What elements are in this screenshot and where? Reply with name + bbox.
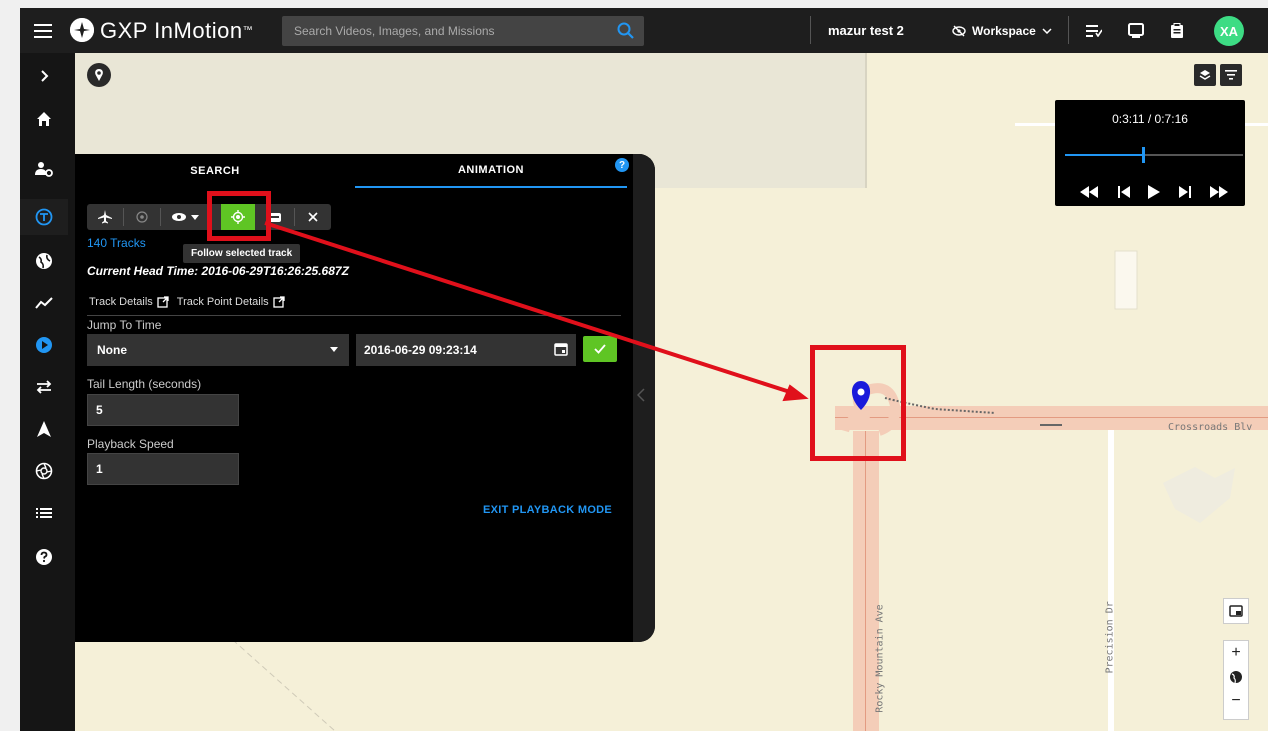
jump-datetime-input[interactable]: 2016-06-29 09:23:14 xyxy=(356,334,576,366)
globe-reset-icon[interactable] xyxy=(1224,665,1248,689)
playback-controls xyxy=(1079,182,1229,202)
chevron-left-icon xyxy=(636,388,645,405)
detail-links: Track Details Track Point Details xyxy=(89,296,285,308)
workspace-label: Workspace xyxy=(972,23,1036,38)
rewind-icon[interactable] xyxy=(1079,186,1099,198)
help-icon[interactable]: ? xyxy=(615,158,629,172)
animation-panel: SEARCH ANIMATION ? 140 Tracks Follow sel… xyxy=(75,154,655,642)
playback-widget: 0:3:11 / 0:7:16 xyxy=(1055,100,1245,206)
picture-in-picture-icon[interactable] xyxy=(1224,599,1248,623)
track-details-link[interactable]: Track Details xyxy=(89,296,153,308)
list-icon[interactable] xyxy=(20,495,68,531)
app-logo-icon xyxy=(70,18,94,42)
chevron-down-icon xyxy=(1042,27,1052,34)
tab-search[interactable]: SEARCH xyxy=(75,154,355,188)
road-label-precision: Precision Dr xyxy=(1104,601,1116,674)
playback-speed-label: Playback Speed xyxy=(87,437,174,451)
zoom-out-icon[interactable]: − xyxy=(1224,689,1248,713)
globe-icon[interactable] xyxy=(20,243,68,279)
track-point-details-link[interactable]: Track Point Details xyxy=(177,296,269,308)
annotation-box-marker xyxy=(810,345,906,461)
playback-handle[interactable] xyxy=(1141,147,1145,163)
jump-datetime-value: 2016-06-29 09:23:14 xyxy=(364,343,477,357)
tab-animation[interactable]: ANIMATION xyxy=(355,154,627,188)
divider xyxy=(87,315,621,316)
playlist-icon[interactable] xyxy=(1086,8,1102,53)
jump-to-time-label: Jump To Time xyxy=(87,318,162,332)
playback-slider[interactable] xyxy=(1065,147,1243,163)
layers-icon[interactable] xyxy=(1194,64,1216,86)
search-input[interactable] xyxy=(282,16,612,46)
check-icon xyxy=(594,344,606,354)
exit-playback-button[interactable]: EXIT PLAYBACK MODE xyxy=(483,504,612,516)
trend-icon[interactable] xyxy=(20,285,68,321)
workspace-dropdown[interactable]: Workspace xyxy=(952,8,1052,53)
minimap-toggle[interactable] xyxy=(1223,598,1249,624)
filter-icon[interactable] xyxy=(1220,64,1242,86)
tooltip: Follow selected track xyxy=(183,244,301,263)
calendar-icon[interactable] xyxy=(554,342,568,356)
tail-length-input[interactable]: 5 xyxy=(87,394,239,426)
divider xyxy=(810,16,811,44)
fast-forward-icon[interactable] xyxy=(1209,186,1229,198)
monitor-icon[interactable] xyxy=(1128,8,1144,53)
user-settings-icon[interactable] xyxy=(20,151,68,187)
app-window: Crossroads Blv Rocky Mountain Ave Precis… xyxy=(20,8,1268,731)
search-box xyxy=(282,16,644,46)
zoom-in-icon[interactable]: + xyxy=(1224,641,1248,665)
app-title: GXP InMotion ™ xyxy=(100,17,254,43)
jump-to-time-select[interactable]: None xyxy=(87,334,349,366)
skip-back-icon[interactable] xyxy=(1117,186,1131,198)
playback-speed-input[interactable]: 1 xyxy=(87,453,239,485)
map-pin-search-icon[interactable] xyxy=(87,63,111,87)
eye-icon xyxy=(172,213,186,221)
annotation-box-follow-button xyxy=(207,191,271,241)
home-icon[interactable] xyxy=(20,101,68,137)
external-link-icon[interactable] xyxy=(157,296,169,308)
visibility-dropdown[interactable] xyxy=(161,204,209,230)
top-bar: GXP InMotion™ mazur test 2 Workspace XA xyxy=(20,8,1268,53)
external-link-icon[interactable] xyxy=(273,296,285,308)
help-icon[interactable] xyxy=(20,539,68,575)
clipboard-icon[interactable] xyxy=(1170,8,1184,53)
divider xyxy=(1068,16,1069,44)
caret-down-icon xyxy=(330,347,338,352)
jump-confirm-button[interactable] xyxy=(583,336,617,362)
side-rail xyxy=(20,53,75,731)
tail-length-label: Tail Length (seconds) xyxy=(87,377,202,391)
playback-progress xyxy=(1065,154,1143,156)
menu-icon[interactable] xyxy=(30,8,56,53)
navigation-arrow-icon[interactable] xyxy=(20,411,68,447)
playback-time: 0:3:11 / 0:7:16 xyxy=(1112,112,1188,126)
chevron-right-icon[interactable] xyxy=(20,58,68,94)
jump-to-time-value: None xyxy=(97,343,127,357)
aperture-icon[interactable] xyxy=(20,453,68,489)
road-label-crossroads: Crossroads Blv xyxy=(1168,422,1253,433)
track-count[interactable]: 140 Tracks xyxy=(87,236,146,250)
close-icon[interactable] xyxy=(295,204,331,230)
caret-down-icon xyxy=(191,214,199,220)
mission-name[interactable]: mazur test 2 xyxy=(828,8,904,53)
road-label-rocky-mountain: Rocky Mountain Ave xyxy=(874,604,886,713)
play-circle-icon[interactable] xyxy=(20,327,68,363)
eye-off-icon xyxy=(952,25,966,36)
user-avatar[interactable]: XA xyxy=(1214,16,1244,46)
play-icon[interactable] xyxy=(1148,185,1160,199)
search-icon[interactable] xyxy=(616,21,636,41)
skip-forward-icon[interactable] xyxy=(1178,186,1192,198)
swap-icon[interactable] xyxy=(20,369,68,405)
zoom-controls: + − xyxy=(1223,640,1249,720)
panel-collapse-handle[interactable] xyxy=(633,154,655,642)
target-icon[interactable] xyxy=(124,204,160,230)
airplane-icon[interactable] xyxy=(87,204,123,230)
track-icon[interactable] xyxy=(20,199,68,235)
current-head-time: Current Head Time: 2016-06-29T16:26:25.6… xyxy=(87,264,349,278)
